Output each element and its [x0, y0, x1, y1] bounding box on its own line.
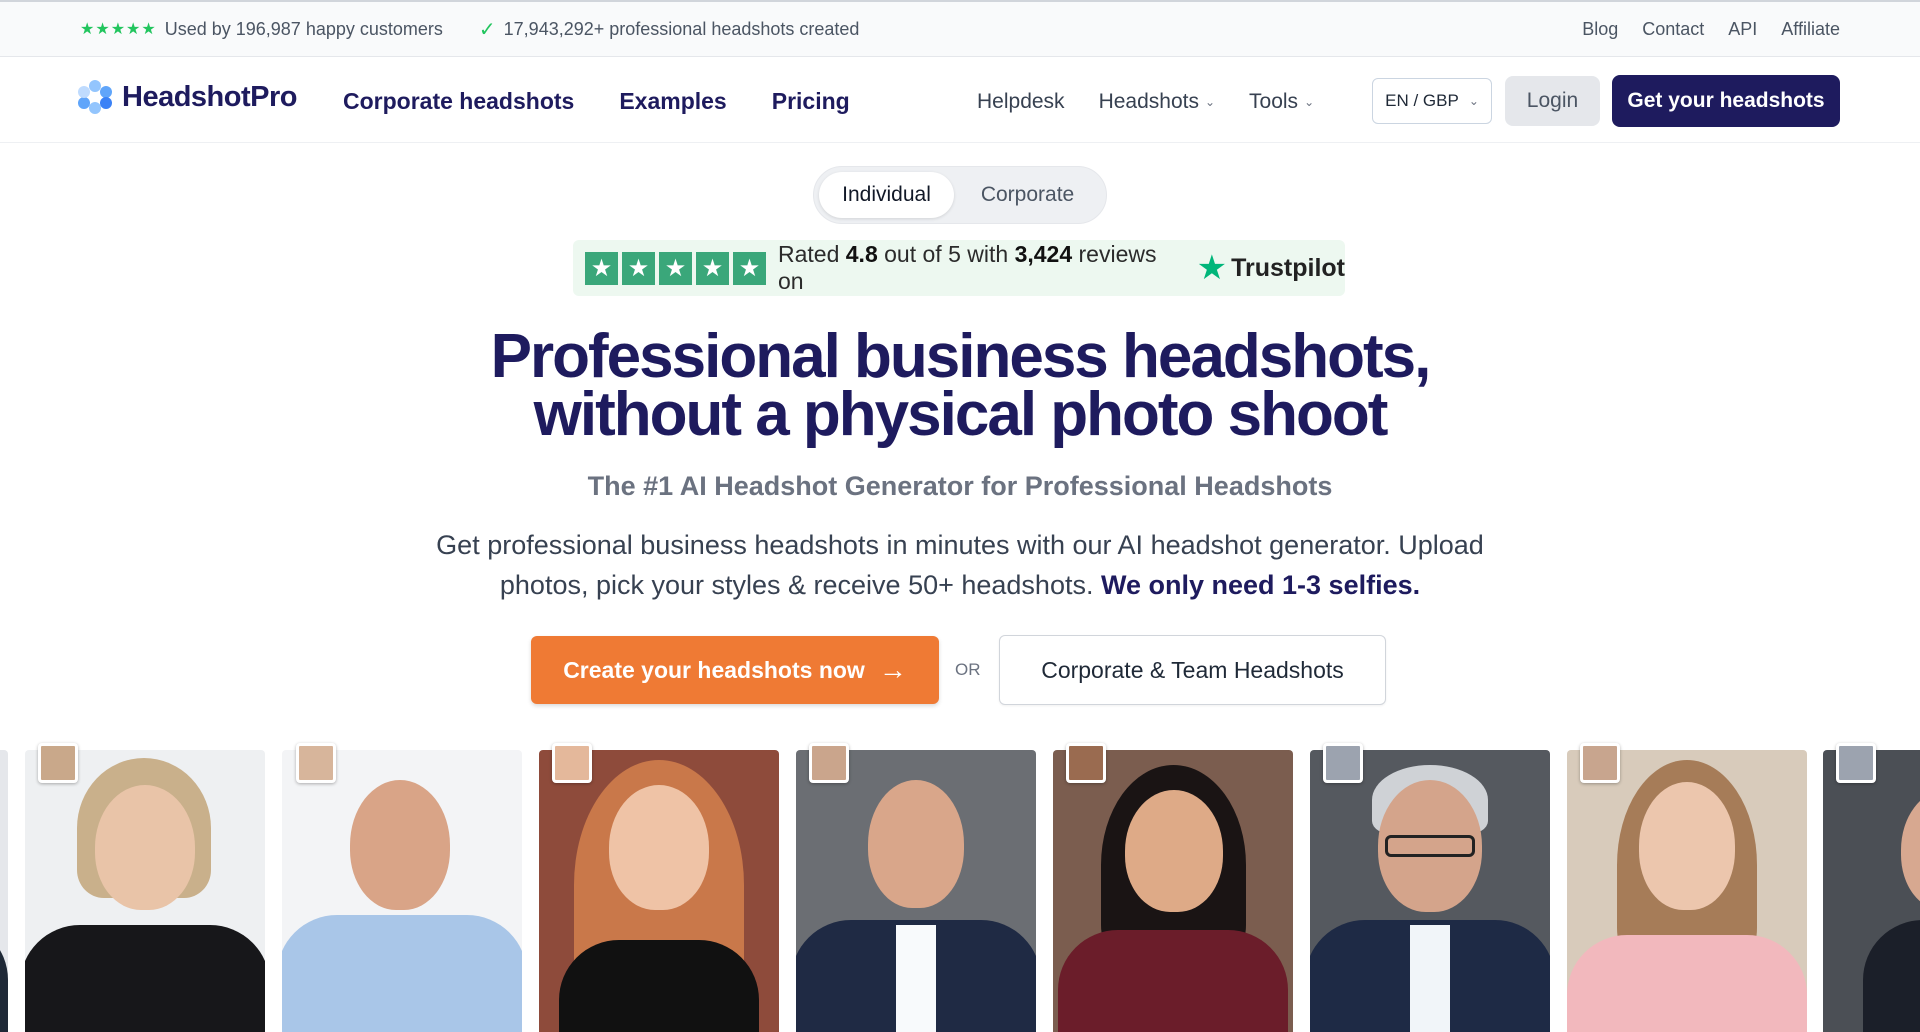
- rating-text: Rated 4.8 out of 5 with 3,424 reviews on: [778, 241, 1183, 295]
- hero-subtitle: The #1 AI Headshot Generator for Profess…: [587, 471, 1333, 501]
- selfie-thumbnail: [296, 743, 336, 783]
- arrow-right-icon: →: [878, 654, 907, 685]
- nav-corporate-headshots[interactable]: Corporate headshots: [343, 88, 574, 115]
- toggle-individual[interactable]: Individual: [819, 172, 955, 218]
- nav-pricing[interactable]: Pricing: [772, 88, 850, 115]
- login-button[interactable]: Login: [1505, 76, 1600, 126]
- headshot-card[interactable]: [282, 750, 522, 1032]
- headshot-card[interactable]: [0, 750, 8, 1032]
- star-icon: ★: [733, 251, 766, 285]
- headshots-created-text: 17,943,292+ professional headshots creat…: [503, 18, 860, 39]
- hero-title-line-1: Professional business headshots,: [490, 322, 1432, 391]
- selfie-thumbnail: [809, 743, 849, 783]
- headshot-card[interactable]: [539, 750, 779, 1032]
- selfie-thumbnail: [1066, 743, 1106, 783]
- chevron-down-icon: ⌄: [1468, 94, 1479, 108]
- selfie-thumbnail: [38, 743, 78, 783]
- selfie-thumbnail: [1836, 743, 1876, 783]
- review-count: 3,424: [1014, 241, 1073, 267]
- headshot-card[interactable]: [1053, 750, 1293, 1032]
- nav-headshots-dropdown[interactable]: Headshots ⌄: [1099, 90, 1215, 114]
- trustpilot-logo: ★ Trustpilot: [1197, 251, 1345, 285]
- main-navigation: HeadshotPro Corporate headshots Examples…: [0, 58, 1920, 143]
- headshot-examples-carousel: [0, 740, 1920, 1032]
- announcement-bar: ★★★★★ Used by 196,987 happy customers ✓ …: [0, 0, 1920, 57]
- chevron-down-icon: ⌄: [1204, 95, 1216, 109]
- trustpilot-stars: ★ ★ ★ ★ ★: [585, 251, 766, 285]
- logo[interactable]: HeadshotPro: [78, 80, 297, 114]
- hero-description: Get professional business headshots in m…: [400, 525, 1520, 605]
- or-separator: OR: [955, 660, 981, 679]
- customers-stat: ★★★★★ Used by 196,987 happy customers: [80, 19, 443, 40]
- headshot-card[interactable]: [1310, 750, 1550, 1032]
- out-of-label: out of 5 with: [884, 241, 1009, 267]
- headshot-card[interactable]: [796, 750, 1036, 1032]
- headshot-card[interactable]: [25, 750, 265, 1032]
- get-headshots-button[interactable]: Get your headshots: [1612, 75, 1840, 127]
- customers-text: Used by 196,987 happy customers: [164, 18, 443, 39]
- headshotpro-logo-icon: [78, 80, 112, 114]
- selfie-thumbnail: [1323, 743, 1363, 783]
- toggle-corporate[interactable]: Corporate: [954, 172, 1101, 218]
- trustpilot-star-icon: ★: [1196, 249, 1228, 287]
- corporate-team-button[interactable]: Corporate & Team Headshots: [999, 635, 1386, 705]
- star-icon: ★: [659, 251, 692, 285]
- language-currency-select[interactable]: EN / GBP ⌄: [1372, 78, 1492, 124]
- star-icon: ★: [585, 251, 618, 285]
- description-emphasis: We only need 1-3 selfies.: [1100, 570, 1421, 600]
- rating-stars-icon: ★★★★★: [80, 21, 157, 38]
- headshots-stat: ✓ 17,943,292+ professional headshots cre…: [479, 17, 860, 42]
- logo-text: HeadshotPro: [122, 80, 297, 113]
- selfie-thumbnail: [552, 743, 592, 783]
- star-icon: ★: [696, 251, 729, 285]
- selfie-thumbnail: [1580, 743, 1620, 783]
- star-icon: ★: [622, 251, 655, 285]
- hero-title: Professional business headshots, without…: [0, 322, 1920, 449]
- headshots-label: Headshots: [1098, 90, 1199, 113]
- create-headshots-label: Create your headshots now: [563, 656, 865, 683]
- trustpilot-brand-text: Trustpilot: [1231, 253, 1345, 282]
- nav-helpdesk[interactable]: Helpdesk: [977, 90, 1065, 114]
- language-currency-value: EN / GBP: [1385, 91, 1459, 110]
- create-headshots-button[interactable]: Create your headshots now →: [531, 636, 939, 704]
- api-link[interactable]: API: [1728, 19, 1757, 40]
- blog-link[interactable]: Blog: [1582, 19, 1618, 40]
- hero-title-line-2: without a physical photo shoot: [533, 380, 1389, 449]
- audience-toggle: Individual Corporate: [813, 166, 1107, 224]
- tools-label: Tools: [1249, 90, 1299, 113]
- chevron-down-icon: ⌄: [1304, 95, 1315, 109]
- helpdesk-label: Helpdesk: [977, 90, 1065, 113]
- rating-value: 4.8: [845, 241, 878, 267]
- contact-link[interactable]: Contact: [1642, 19, 1704, 40]
- nav-examples[interactable]: Examples: [619, 88, 726, 115]
- nav-tools-dropdown[interactable]: Tools ⌄: [1249, 90, 1314, 114]
- headshot-card[interactable]: [1823, 750, 1920, 1032]
- headshot-card[interactable]: [1567, 750, 1807, 1032]
- check-icon: ✓: [478, 18, 496, 41]
- rated-label: Rated: [778, 241, 840, 267]
- affiliate-link[interactable]: Affiliate: [1781, 19, 1840, 40]
- trustpilot-rating[interactable]: ★ ★ ★ ★ ★ Rated 4.8 out of 5 with 3,424 …: [573, 240, 1345, 296]
